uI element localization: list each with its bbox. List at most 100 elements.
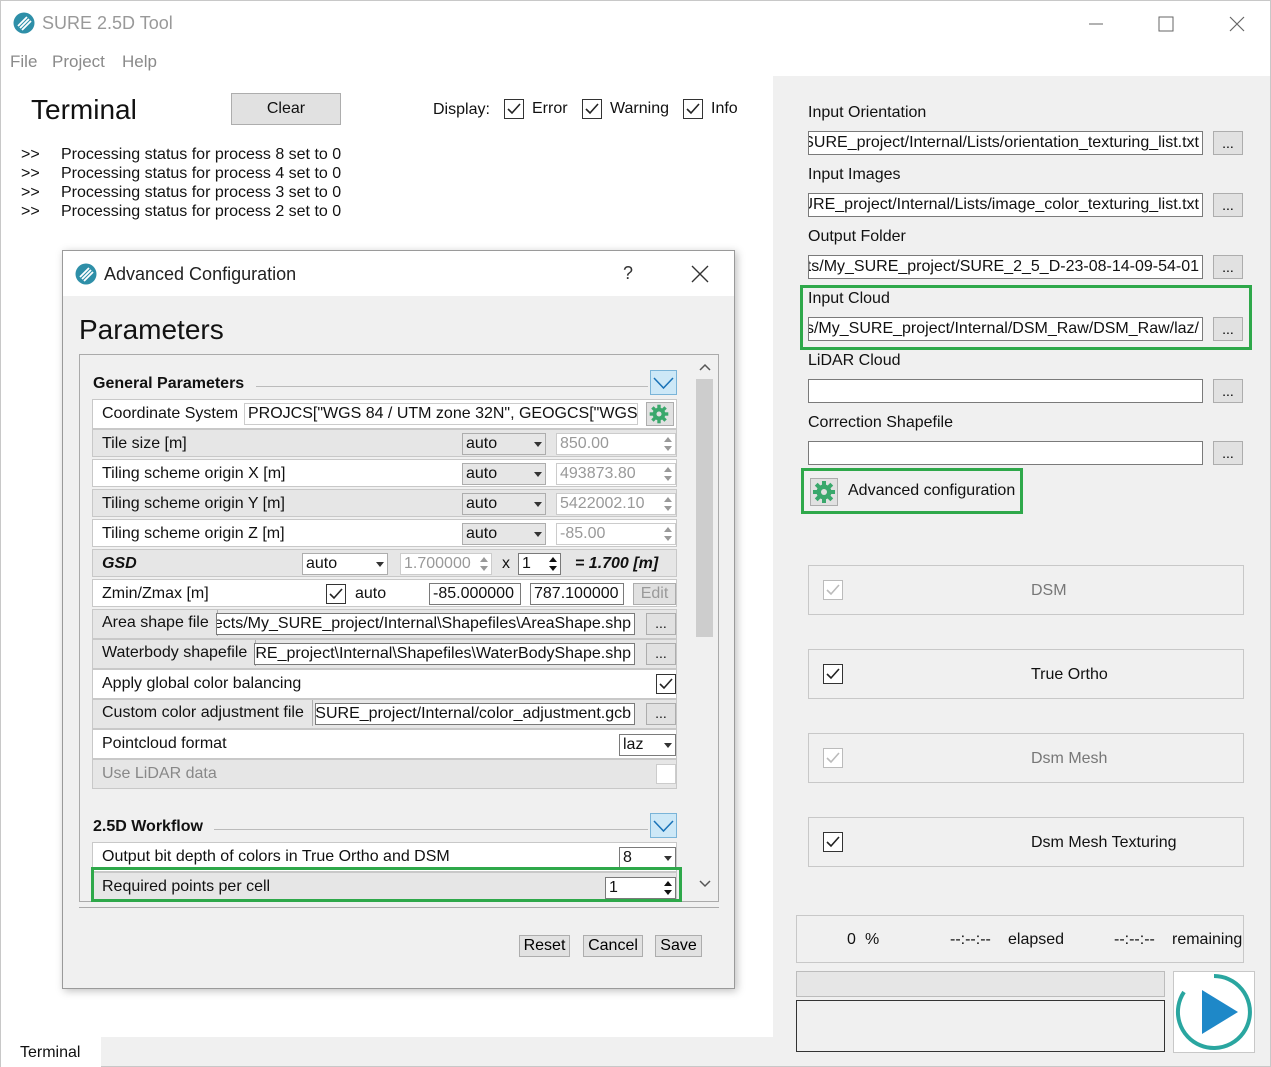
input-cloud-browse-button[interactable]: ... bbox=[1213, 317, 1243, 341]
input-orientation-field[interactable]: C:/Users/Documents/My_SURE_project/Inter… bbox=[808, 131, 1203, 155]
error-filter-checkbox[interactable] bbox=[504, 99, 524, 119]
dialog-close-icon[interactable] bbox=[689, 263, 711, 285]
info-filter-checkbox[interactable] bbox=[683, 99, 703, 119]
lidar-cloud-label: LiDAR Cloud bbox=[808, 352, 901, 369]
log-line: >> Processing status for process 2 set to… bbox=[21, 203, 342, 220]
area-shape-browse-button[interactable]: ... bbox=[646, 613, 676, 635]
area-shape-field[interactable]: C:/Users/Documents/Projects/My_SURE_proj… bbox=[216, 613, 635, 635]
output-folder-field[interactable]: C:/Users/Documents/My_SURE_project/SURE_… bbox=[808, 255, 1203, 279]
gsd-factor-input[interactable]: 1 bbox=[518, 553, 561, 575]
cancel-button[interactable]: Cancel bbox=[583, 935, 643, 957]
waterbody-row: Waterbody shapefile C:/Users/Documents/M… bbox=[92, 639, 677, 669]
maximize-icon[interactable] bbox=[1151, 9, 1181, 39]
input-images-label: Input Images bbox=[808, 166, 901, 183]
true-ortho-checkbox[interactable] bbox=[823, 664, 843, 684]
bit-depth-select[interactable]: 8 bbox=[619, 847, 676, 869]
progress-bar bbox=[796, 971, 1165, 997]
use-lidar-checkbox[interactable] bbox=[656, 764, 676, 784]
points-per-cell-highlight bbox=[91, 867, 682, 902]
menu-project[interactable]: Project bbox=[52, 52, 105, 72]
color-balancing-label: Apply global color balancing bbox=[102, 675, 302, 692]
advanced-configuration-button[interactable]: Advanced configuration bbox=[808, 477, 1018, 507]
correction-shapefile-field[interactable] bbox=[808, 441, 1203, 465]
menu-file[interactable]: File bbox=[10, 52, 37, 72]
error-filter-label: Error bbox=[532, 100, 568, 117]
reset-button[interactable]: Reset bbox=[519, 935, 570, 957]
lidar-cloud-browse-button[interactable]: ... bbox=[1213, 379, 1243, 403]
tile-size-input[interactable]: 850.00 bbox=[556, 433, 676, 455]
gsd-value-input[interactable]: 1.700000 bbox=[400, 553, 492, 575]
zminmax-auto-checkbox[interactable] bbox=[326, 584, 346, 604]
correction-shapefile-browse-button[interactable]: ... bbox=[1213, 441, 1243, 465]
warning-filter-checkbox[interactable] bbox=[582, 99, 602, 119]
scrollbar-thumb[interactable] bbox=[696, 379, 713, 637]
scroll-up-icon[interactable] bbox=[698, 362, 712, 372]
origin-z-mode-select[interactable]: auto bbox=[462, 523, 546, 545]
check-icon bbox=[585, 103, 599, 115]
origin-y-mode-select[interactable]: auto bbox=[462, 493, 546, 515]
gsd-label: GSD bbox=[102, 555, 137, 572]
play-icon bbox=[1175, 974, 1252, 1050]
waterbody-button[interactable]: Waterbody shapefile bbox=[93, 640, 257, 666]
dsm-mesh-texturing-checkbox[interactable] bbox=[823, 832, 843, 852]
menu-help[interactable]: Help bbox=[122, 52, 157, 72]
pointcloud-format-label: Pointcloud format bbox=[102, 735, 227, 752]
dsm-mesh-checkbox[interactable] bbox=[823, 748, 843, 768]
color-adjustment-button[interactable]: Custom color adjustment file bbox=[93, 700, 313, 726]
color-adjustment-browse-button[interactable]: ... bbox=[646, 703, 676, 725]
origin-y-input[interactable]: 5422002.10 bbox=[556, 493, 676, 515]
zminmax-edit-button[interactable]: Edit bbox=[633, 583, 676, 605]
output-folder-browse-button[interactable]: ... bbox=[1213, 255, 1243, 279]
true-ortho-option: True Ortho bbox=[808, 649, 1244, 699]
workflow-collapse-button[interactable] bbox=[650, 813, 677, 838]
coordinate-system-field[interactable]: PROJCS["WGS 84 / UTM zone 32N", GEOGCS["… bbox=[244, 403, 638, 425]
save-button[interactable]: Save bbox=[655, 935, 702, 957]
input-cloud-field[interactable]: C:/Users/Documents/My_SURE_project/Inter… bbox=[808, 317, 1203, 341]
coordinate-system-gear-button[interactable] bbox=[646, 402, 674, 426]
tile-size-mode-select[interactable]: auto bbox=[462, 433, 546, 455]
lidar-cloud-field[interactable] bbox=[808, 379, 1203, 403]
progress-percent-unit: % bbox=[865, 931, 880, 948]
input-images-browse-button[interactable]: ... bbox=[1213, 193, 1243, 217]
dialog-help-button[interactable]: ? bbox=[623, 263, 633, 284]
origin-x-mode-select[interactable]: auto bbox=[462, 463, 546, 485]
origin-x-row: Tiling scheme origin X [m] auto 493873.8… bbox=[92, 459, 677, 487]
minimize-icon[interactable] bbox=[1081, 9, 1111, 39]
gear-icon-frame bbox=[810, 478, 838, 506]
info-filter-label: Info bbox=[711, 100, 738, 117]
clear-button[interactable]: Clear bbox=[231, 93, 341, 125]
input-orientation-browse-button[interactable]: ... bbox=[1213, 131, 1243, 155]
bottom-tab-bar: Terminal bbox=[0, 1037, 773, 1067]
output-folder-label: Output Folder bbox=[808, 228, 906, 245]
remaining-label: remaining bbox=[1172, 931, 1243, 948]
input-images-field[interactable]: C:/Users/Documents/My_SURE_project/Inter… bbox=[808, 193, 1203, 217]
right-panel: Input Orientation C:/Users/Documents/My_… bbox=[773, 76, 1271, 1067]
dsm-option: DSM bbox=[808, 565, 1244, 615]
origin-x-input[interactable]: 493873.80 bbox=[556, 463, 676, 485]
color-balancing-checkbox[interactable] bbox=[656, 674, 676, 694]
parameters-scrollbar[interactable] bbox=[692, 355, 718, 901]
origin-z-input[interactable]: -85.00 bbox=[556, 523, 676, 545]
log-line: >> Processing status for process 8 set to… bbox=[21, 146, 342, 163]
check-icon bbox=[826, 668, 840, 680]
zmin-input[interactable]: -85.000000 bbox=[429, 583, 521, 605]
check-icon bbox=[329, 588, 343, 600]
gsd-mode-select[interactable]: auto bbox=[302, 553, 388, 575]
general-collapse-button[interactable] bbox=[650, 370, 677, 395]
advanced-configuration-label: Advanced configuration bbox=[848, 482, 1016, 499]
waterbody-field[interactable]: C:/Users/Documents/My_SURE_project\Inter… bbox=[254, 643, 635, 665]
area-shape-button[interactable]: Area shape file bbox=[93, 610, 218, 636]
pointcloud-format-select[interactable]: laz bbox=[619, 734, 676, 756]
section-divider bbox=[214, 829, 648, 830]
run-button[interactable] bbox=[1173, 971, 1255, 1053]
color-adjustment-field[interactable]: C:/Users/Documents/My_SURE_project/Inter… bbox=[315, 703, 635, 725]
color-adjustment-row: Custom color adjustment file C:/Users/Do… bbox=[92, 699, 677, 729]
close-icon[interactable] bbox=[1222, 9, 1252, 39]
workflow-title: 2.5D Workflow bbox=[93, 818, 203, 835]
dsm-checkbox[interactable] bbox=[823, 580, 843, 600]
waterbody-browse-button[interactable]: ... bbox=[646, 643, 676, 665]
dialog-divider bbox=[79, 907, 719, 908]
tab-terminal[interactable]: Terminal bbox=[1, 1037, 101, 1067]
zmax-input[interactable]: 787.100000 bbox=[530, 583, 624, 605]
scroll-down-icon[interactable] bbox=[698, 879, 712, 889]
